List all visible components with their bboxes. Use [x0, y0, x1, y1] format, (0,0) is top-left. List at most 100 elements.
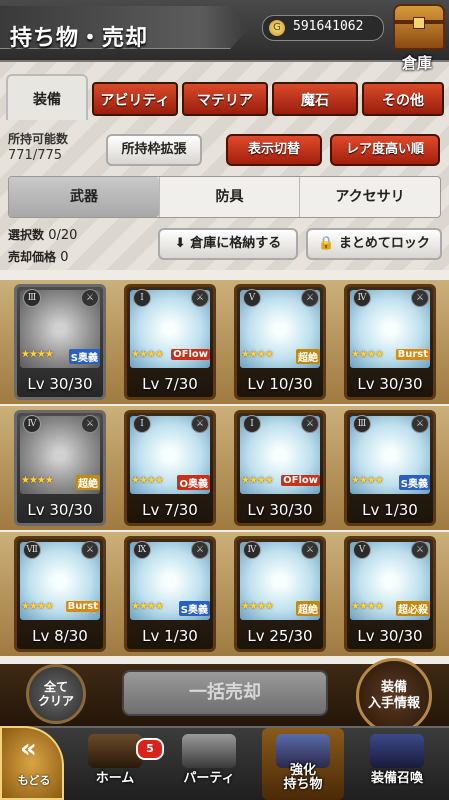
nav-enhance-items[interactable]: 強化 持ち物 — [262, 728, 344, 800]
rank-badge: Ⅴ — [353, 541, 371, 559]
weapon-type-icon: ⚔ — [191, 289, 209, 307]
rarity-stars: ★★★★ — [21, 349, 54, 360]
item-grid: Ⅲ ⚔ ★★★★ S奥義 Lv 30/30 Ⅰ ⚔ ★★★★ OFlow Lv 7/30 Ⅴ ⚔ ★★★… — [0, 270, 449, 664]
level-text: Lv 7/30 — [142, 501, 198, 519]
nav-party-label: パーティ — [183, 771, 235, 786]
selection-count-label: 選択数 — [8, 228, 45, 242]
equipment-card[interactable]: Ⅰ ⚔ ★★★★ OFlow Lv 7/30 — [124, 284, 216, 400]
capacity-value: 771/775 — [8, 148, 63, 163]
ability-badge: 超絶 — [76, 475, 100, 490]
tab-equipment[interactable]: 装備 — [6, 74, 88, 120]
tab-magicite[interactable]: 魔石 — [272, 82, 358, 116]
tab-other[interactable]: その他 — [362, 82, 444, 116]
equipment-card[interactable]: Ⅸ ⚔ ★★★★ S奥義 Lv 1/30 — [124, 536, 216, 652]
storage-label: 倉庫 — [401, 54, 432, 72]
weapon-type-icon: ⚔ — [301, 289, 319, 307]
rarity-stars: ★★★★ — [351, 475, 384, 486]
level-text: Lv 8/30 — [32, 627, 88, 645]
rarity-stars: ★★★★ — [21, 601, 54, 612]
equipment-card[interactable]: Ⅳ ⚔ ★★★★ Burst Lv 30/30 — [344, 284, 436, 400]
nav-home-label: ホーム — [95, 771, 135, 786]
double-chevron-left-icon: « — [20, 734, 37, 764]
ability-badge: 超絶 — [296, 349, 320, 364]
sell-price-value: 0 — [60, 250, 69, 265]
rank-badge: Ⅳ — [23, 415, 41, 433]
gil-counter: G 591641062 — [262, 15, 384, 41]
level-text: Lv 30/30 — [27, 375, 93, 393]
rarity-stars: ★★★★ — [131, 601, 164, 612]
rarity-stars: ★★★★ — [351, 349, 384, 360]
rank-badge: Ⅰ — [133, 289, 151, 307]
weapon-type-icon: ⚔ — [81, 289, 99, 307]
sell-price-label: 売却価格 — [8, 250, 57, 264]
screen: 持ち物・売却 G 591641062 倉庫 装備 アビリティ マテリア 魔石 そ… — [0, 0, 449, 800]
weapon-type-icon: ⚔ — [81, 541, 99, 559]
ability-badge: OFlow — [171, 349, 210, 360]
equipment-card[interactable]: Ⅳ ⚔ ★★★★ 超絶 Lv 25/30 — [234, 536, 326, 652]
equipment-info-button[interactable]: 装備 入手情報 — [356, 658, 432, 734]
bulk-lock-button[interactable]: 🔒 まとめてロック — [306, 228, 442, 260]
weapon-type-icon: ⚔ — [411, 415, 429, 433]
back-label: もどる — [17, 774, 51, 787]
rarity-stars: ★★★★ — [21, 475, 54, 486]
tab-materia[interactable]: マテリア — [182, 82, 268, 116]
inventory-info: 所持可能数 771/775 所持枠拡張 表示切替 レア度高い順 — [0, 120, 449, 172]
nav-party[interactable]: パーティ — [168, 728, 250, 800]
home-icon — [88, 734, 142, 768]
weapon-type-icon: ⚔ — [191, 415, 209, 433]
store-to-warehouse-button[interactable]: ⬇ 倉庫に格納する — [158, 228, 298, 260]
equipment-card[interactable]: Ⅴ ⚔ ★★★★ 超必殺 Lv 30/30 — [344, 536, 436, 652]
weapon-type-icon: ⚔ — [81, 415, 99, 433]
level-text: Lv 1/30 — [362, 501, 418, 519]
clear-all-button[interactable]: 全て クリア — [26, 664, 86, 724]
gil-coin-icon: G — [269, 20, 285, 36]
weapon-type-icon: ⚔ — [411, 289, 429, 307]
level-text: Lv 7/30 — [142, 375, 198, 393]
equipment-card[interactable]: Ⅶ ⚔ ★★★★ Burst Lv 8/30 — [14, 536, 106, 652]
rarity-stars: ★★★★ — [241, 475, 274, 486]
rank-badge: Ⅶ — [23, 541, 41, 559]
rank-badge: Ⅳ — [243, 541, 261, 559]
ability-badge: 超必殺 — [396, 601, 430, 616]
weapon-type-icon: ⚔ — [301, 541, 319, 559]
toggle-display-button[interactable]: 表示切替 — [226, 134, 322, 166]
store-label: 倉庫に格納する — [190, 236, 282, 251]
rank-badge: Ⅴ — [243, 289, 261, 307]
ability-badge: Burst — [395, 349, 430, 360]
equipment-card[interactable]: Ⅰ ⚔ ★★★★ O奥義 Lv 7/30 — [124, 410, 216, 526]
rank-badge: Ⅳ — [353, 289, 371, 307]
rank-badge: Ⅸ — [133, 541, 151, 559]
level-text: Lv 30/30 — [357, 627, 423, 645]
weapon-type-icon: ⚔ — [191, 541, 209, 559]
equipment-card[interactable]: Ⅴ ⚔ ★★★★ 超絶 Lv 10/30 — [234, 284, 326, 400]
subtab-weapon[interactable]: 武器 — [9, 177, 159, 217]
equipment-card[interactable]: Ⅰ ⚔ ★★★★ OFlow Lv 30/30 — [234, 410, 326, 526]
level-text: Lv 10/30 — [247, 375, 313, 393]
subtab-armor[interactable]: 防具 — [159, 177, 299, 217]
bulk-sell-button[interactable]: 一括売却 — [122, 670, 328, 716]
tab-ability[interactable]: アビリティ — [92, 82, 178, 116]
gil-value: 591641062 — [293, 19, 364, 34]
expand-capacity-button[interactable]: 所持枠拡張 — [106, 134, 202, 166]
equipment-card[interactable]: Ⅲ ⚔ ★★★★ S奥義 Lv 1/30 — [344, 410, 436, 526]
nav-equip-summon[interactable]: 装備召喚 — [356, 728, 438, 800]
lock-icon: 🔒 — [318, 236, 339, 251]
rarity-stars: ★★★★ — [241, 601, 274, 612]
equipment-card[interactable]: Ⅳ ⚔ ★★★★ 超絶 Lv 30/30 — [14, 410, 106, 526]
page-title: 持ち物・売却 — [10, 26, 149, 51]
selection-count: 選択数 0/20 — [8, 226, 77, 243]
subtab-accessory[interactable]: アクセサリ — [299, 177, 440, 217]
equipment-card[interactable]: Ⅲ ⚔ ★★★★ S奥義 Lv 30/30 — [14, 284, 106, 400]
rarity-stars: ★★★★ — [131, 349, 164, 360]
storage-button[interactable]: 倉庫 — [385, 0, 449, 74]
level-text: Lv 25/30 — [247, 627, 313, 645]
ability-badge: OFlow — [281, 475, 320, 486]
nav-summon-label: 装備召喚 — [370, 771, 423, 786]
category-tabs: 装備 アビリティ マテリア 魔石 その他 — [0, 74, 449, 120]
rarity-stars: ★★★★ — [131, 475, 164, 486]
rank-badge: Ⅰ — [133, 415, 151, 433]
level-text: Lv 30/30 — [357, 375, 423, 393]
sort-button[interactable]: レア度高い順 — [330, 134, 440, 166]
treasure-chest-icon — [393, 4, 445, 50]
chess-pieces-icon — [182, 734, 236, 768]
